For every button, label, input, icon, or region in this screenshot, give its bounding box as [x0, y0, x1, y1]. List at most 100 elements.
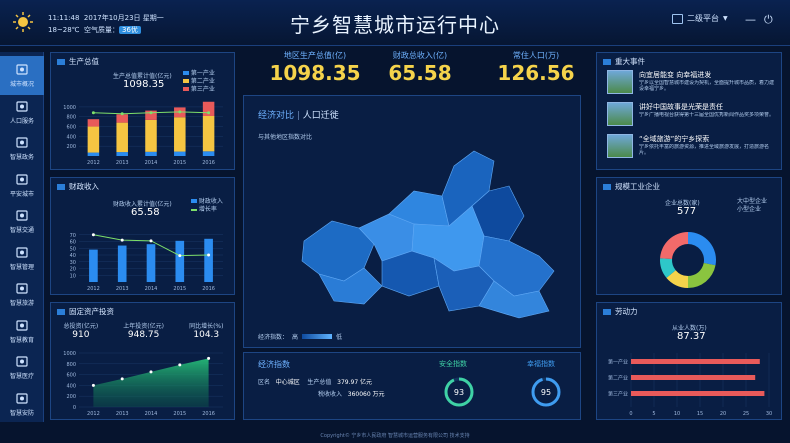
y-tick-label: 10	[70, 273, 76, 279]
investment-point	[207, 356, 211, 360]
econ-gdp-label: 生产总值	[307, 379, 332, 386]
map-panel: 经济对比 | 人口迁徙 与其他地区指数对比 经济指数： 高 低	[243, 95, 581, 348]
y-tick-label: 1000	[63, 351, 76, 357]
kpi-gdp-label: 地区生产总值(亿)	[283, 51, 347, 60]
panel-marker	[57, 308, 65, 315]
sidebar-item-5[interactable]: 智慧管理	[0, 239, 44, 278]
sidebar-item-6[interactable]: 智慧旅游	[0, 275, 44, 314]
gdp-total: 1098.35	[123, 79, 165, 90]
pie-slice	[688, 232, 716, 266]
minimize-button[interactable]: —	[745, 13, 756, 26]
x-tick-label: 2015	[173, 160, 186, 166]
sidebar-item-2[interactable]: 智慧政务	[0, 129, 44, 168]
y-tick-label: 600	[66, 373, 76, 379]
finance-growth-point	[91, 233, 95, 237]
finance-panel-title: 财政收入	[69, 182, 99, 191]
investment-point	[149, 370, 153, 374]
sidebar-item-9[interactable]: 智慧安防	[0, 385, 44, 424]
kpi-gdp-value: 1098.35	[269, 61, 361, 85]
y-tick-label: 200	[66, 144, 76, 150]
x-tick-label: 2016	[202, 286, 215, 292]
event-item[interactable]: 向宜居能变 向幸福进发 宁乡以全国智慧城市建设为契机，全面提升城市品质，着力建设幸…	[607, 68, 777, 97]
sidebar-item-4[interactable]: 智慧交通	[0, 202, 44, 241]
y-tick-label: 50	[70, 246, 76, 252]
map-legend-gradient	[302, 334, 333, 339]
tab-economy[interactable]: 经济对比	[258, 111, 294, 121]
x-tick-label: 5	[652, 411, 655, 417]
gdp-chart: 1000 800 600 400 200 2012 2013 2014 2015 2016	[63, 101, 223, 166]
power-button[interactable]: ⏻	[764, 13, 773, 27]
econ-gdp-value: 379.97 亿元	[337, 379, 373, 386]
happiness-value: 95	[541, 388, 551, 397]
gdp-legend-1: 第一产业	[190, 70, 215, 77]
finance-bar	[117, 245, 127, 282]
traffic-icon	[16, 210, 28, 221]
gdp-panel-title: 生产总值	[69, 57, 99, 66]
x-tick-label: 30	[766, 411, 772, 417]
safety-value: 93	[454, 388, 464, 397]
sidebar-item-label: 智慧教育	[9, 336, 34, 344]
labor-total: 87.37	[677, 331, 706, 342]
monitor-icon	[672, 13, 683, 24]
x-tick-label: 2013	[116, 160, 129, 166]
inv-stat-label-2: 上年投资(亿元)	[123, 323, 164, 330]
sidebar-item-label: 智慧安防	[9, 409, 34, 417]
platform-label: 二级平台	[687, 14, 719, 23]
sidebar-item-0[interactable]: 城市概况	[0, 56, 44, 95]
gdp-trend-point	[91, 111, 95, 115]
gdp-bar-segment	[87, 152, 100, 156]
happiness-title: 幸福指数	[527, 360, 555, 368]
gdp-trend-point	[149, 111, 153, 115]
gdp-trend-point	[120, 112, 124, 116]
chevron-down-icon: ▼	[723, 15, 728, 22]
map-legend: 经济指数： 高 低	[258, 332, 342, 341]
event-thumbnail	[607, 70, 633, 94]
sidebar-item-label: 智慧管理	[9, 263, 34, 271]
event-title: “全域旅游”的宁乡探索	[639, 135, 710, 143]
sidebar-item-label: 智慧医疗	[9, 373, 34, 380]
events-panel: 重大事件 向宜居能变 向幸福进发 宁乡以全国智慧城市建设为契机，全面提升城市品质，…	[596, 52, 782, 170]
event-item[interactable]: “全域旅游”的宁乡探索 宁乡依托丰富的旅游资源，推进全域旅游发展，打造旅游名片。	[607, 132, 777, 161]
labor-panel-title: 劳动力	[615, 307, 638, 316]
inv-stat-value-3: 104.3	[193, 330, 220, 340]
sidebar-item-7[interactable]: 智慧教育	[0, 312, 44, 351]
gdp-trend-point	[207, 111, 211, 115]
platform-dropdown[interactable]: 二级平台 ▼	[672, 13, 728, 24]
x-tick-label: 2012	[87, 411, 100, 417]
gdp-bar-segment	[174, 117, 186, 152]
gdp-legend-3: 第三产业	[190, 86, 215, 93]
car-icon	[16, 392, 28, 404]
investment-chart: 1000 800 600 400 200 0 2012 2013 2014 2015 2016	[63, 351, 223, 417]
event-description: 宁乡广播电视台获得第十三届全国优秀新闻作品奖多项荣誉。	[639, 112, 775, 118]
event-thumbnail	[607, 134, 633, 158]
safety-gauge: 93	[444, 377, 474, 407]
gdp-panel: 生产总值 生产总值累计值(亿元) 1098.35 第一产业 第二产业 第三产业 …	[50, 52, 235, 170]
y-tick-label: 200	[66, 394, 76, 400]
econ-index-title: 经济指数	[258, 360, 290, 369]
sidebar-item-label: 智慧政务	[9, 154, 34, 161]
industry-legend-1: 大中型企业	[737, 198, 768, 205]
panel-marker	[603, 183, 611, 190]
x-tick-label: 2014	[145, 286, 158, 292]
investment-stats: 总投资(亿元) 910 上年投资(亿元) 948.75 同比增长(%) 104.3	[51, 321, 236, 340]
x-tick-label: 20	[720, 411, 726, 417]
gdp-legend-2: 第二产业	[190, 78, 215, 85]
event-item[interactable]: 讲好中国故事是光荣是责任 宁乡广播电视台获得第十三届全国优秀新闻作品奖多项荣誉。	[607, 100, 777, 129]
sidebar-item-8[interactable]: 智慧医疗	[0, 348, 44, 387]
tab-population[interactable]: 人口迁徙	[303, 111, 339, 121]
safety-title: 安全指数	[439, 360, 467, 368]
finance-growth-point	[120, 238, 124, 242]
x-tick-label: 2016	[202, 411, 215, 417]
y-tick-label: 400	[66, 134, 76, 140]
gdp-bar-segment	[116, 114, 128, 123]
inv-stat-value-2: 948.75	[127, 330, 160, 340]
city-map[interactable]	[284, 146, 579, 321]
investment-area	[93, 358, 209, 407]
sidebar-item-3[interactable]: 平安城市	[0, 166, 44, 205]
finance-legend-2: 增长率	[198, 206, 217, 213]
sidebar-item-1[interactable]: 人口服务	[0, 93, 44, 132]
investment-panel-title: 固定资产投资	[69, 307, 114, 316]
panel-marker	[603, 58, 611, 65]
event-description: 宁乡以全国智慧城市建设为契机，全面提升城市品质，着力建设幸福宁乡。	[639, 80, 775, 92]
gdp-bar-segment	[202, 151, 215, 156]
